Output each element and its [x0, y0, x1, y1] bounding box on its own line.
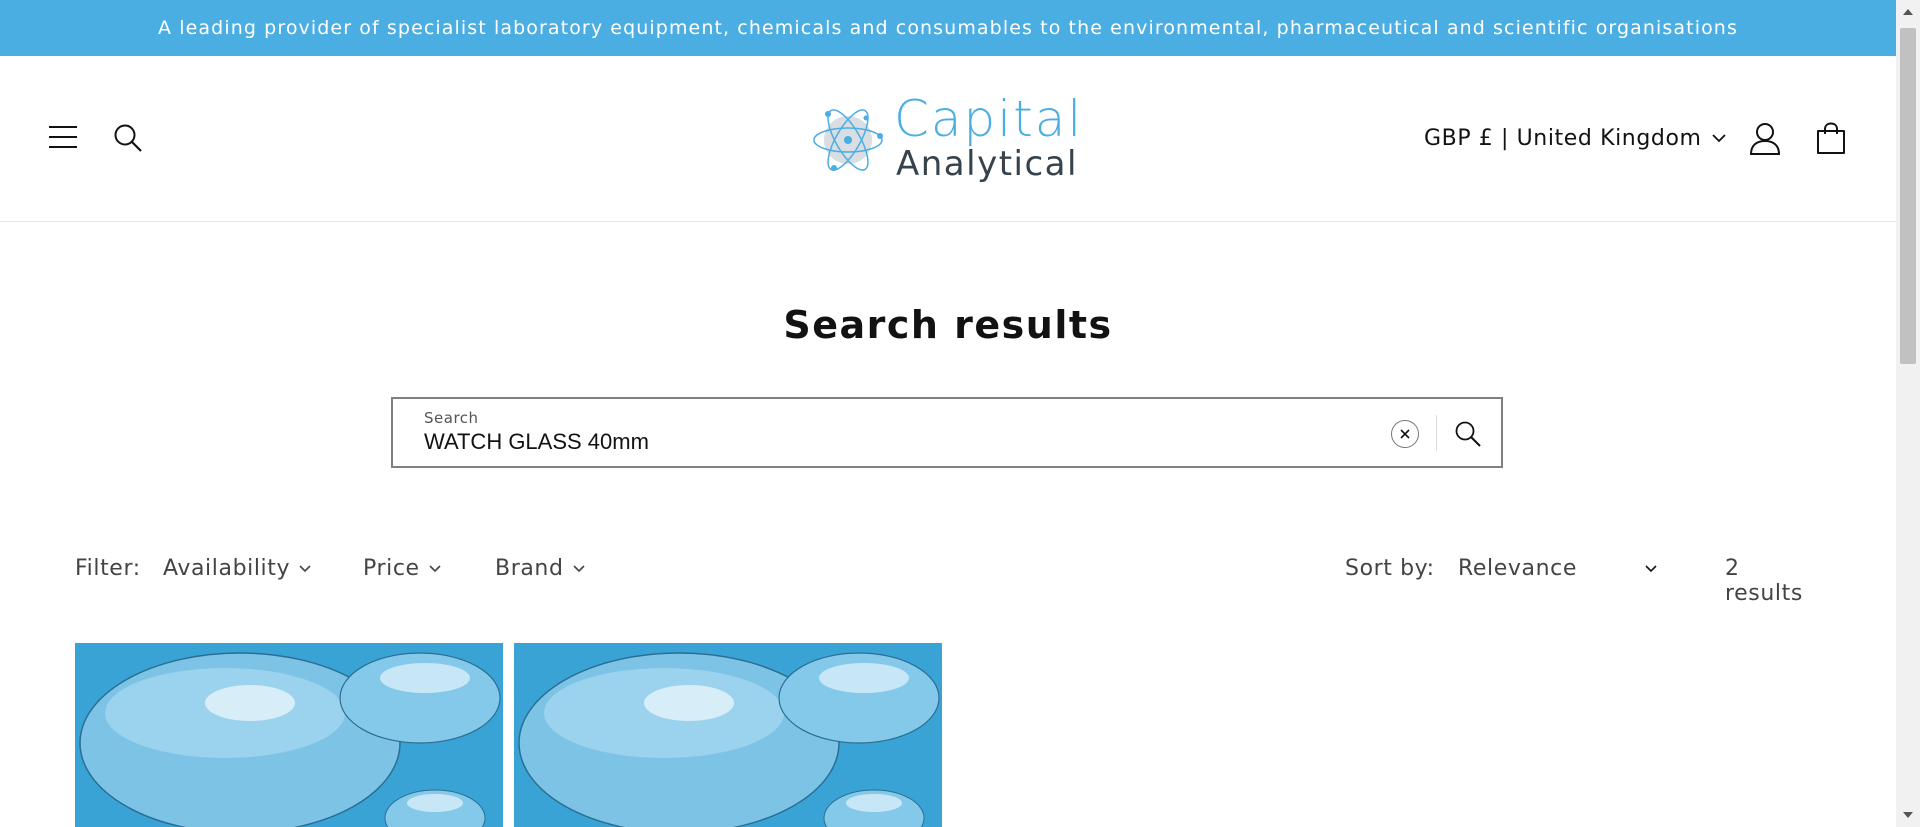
result-count: 2 results: [1725, 556, 1803, 606]
announcement-text: A leading provider of specialist laborat…: [158, 17, 1738, 39]
filter-brand[interactable]: Brand: [495, 556, 586, 581]
chevron-down-icon: [1645, 564, 1657, 572]
country-currency-selector[interactable]: GBP £ | United Kingdom: [1424, 118, 1726, 158]
menu-icon: [49, 126, 77, 148]
sort-select[interactable]: Relevance: [1458, 556, 1658, 581]
logo-text-analytical: Analytical: [896, 144, 1078, 184]
search-icon: [114, 124, 142, 152]
search-input[interactable]: WATCH GLASS 40mm: [424, 429, 649, 455]
filter-label: Filter:: [75, 556, 141, 581]
scroll-down-arrow-icon[interactable]: [1902, 809, 1914, 821]
scrollbar-thumb[interactable]: [1900, 28, 1916, 364]
filter-price[interactable]: Price: [363, 556, 442, 581]
announcement-bar: A leading provider of specialist laborat…: [0, 0, 1896, 56]
chevron-down-icon: [429, 564, 441, 572]
cart-icon: [1817, 122, 1845, 154]
filter-brand-label: Brand: [495, 556, 564, 581]
product-image: [514, 643, 942, 827]
site-header: Capital Analytical GBP £ | United Kingdo…: [0, 56, 1896, 222]
chevron-down-icon: [299, 564, 311, 572]
cart-button[interactable]: [1810, 118, 1852, 160]
sort-value: Relevance: [1458, 556, 1577, 581]
atom-logo-icon: [813, 109, 883, 171]
logo[interactable]: Capital Analytical: [808, 90, 1088, 184]
search-divider: [1436, 415, 1437, 451]
close-icon: [1400, 429, 1410, 439]
sort-label: Sort by:: [1345, 556, 1435, 581]
product-card[interactable]: [75, 643, 503, 827]
page-title: Search results: [783, 303, 1113, 347]
page-scrollbar[interactable]: [1896, 0, 1920, 827]
scroll-up-arrow-icon[interactable]: [1902, 6, 1914, 18]
header-search-button[interactable]: [108, 118, 148, 158]
chevron-down-icon: [572, 564, 585, 572]
product-image: [75, 643, 503, 827]
filter-bar: Filter: Availability Price Brand Sort by…: [75, 556, 1821, 606]
filter-price-label: Price: [363, 556, 420, 581]
chevron-down-icon: [1711, 134, 1726, 143]
locale-label: GBP £ | United Kingdom: [1424, 125, 1702, 151]
search-field[interactable]: Search WATCH GLASS 40mm: [391, 397, 1503, 468]
menu-button[interactable]: [44, 118, 82, 156]
search-icon: [1455, 421, 1481, 447]
clear-search-button[interactable]: [1391, 420, 1419, 448]
search-field-label: Search: [424, 409, 479, 427]
product-card[interactable]: [514, 643, 942, 827]
account-button[interactable]: [1744, 118, 1786, 160]
user-icon: [1749, 123, 1781, 155]
logo-text-capital: Capital: [894, 90, 1084, 148]
filter-availability[interactable]: Availability: [163, 556, 312, 581]
filter-availability-label: Availability: [163, 556, 291, 581]
search-submit-button[interactable]: [1448, 415, 1488, 453]
